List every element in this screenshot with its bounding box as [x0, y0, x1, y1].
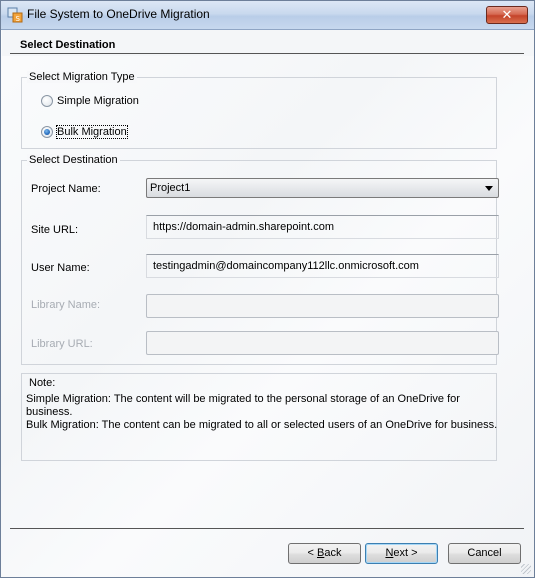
next-label: ext >	[393, 547, 418, 559]
site-url-value: https://domain-admin.sharepoint.com	[153, 221, 334, 233]
library-url-label: Library URL:	[31, 338, 93, 350]
footer-divider	[10, 528, 524, 529]
project-name-label: Project Name:	[31, 183, 101, 195]
note-line-simple-cont: business.	[26, 406, 73, 418]
user-name-value: testingadmin@domaincompany112llc.onmicro…	[153, 260, 419, 272]
svg-text:S: S	[16, 15, 21, 23]
migration-dialog: S File System to OneDrive Migration ✕ Se…	[0, 0, 535, 578]
library-name-label: Library Name:	[31, 299, 101, 311]
title-bar[interactable]: S File System to OneDrive Migration ✕	[1, 1, 534, 30]
app-icon: S	[7, 7, 23, 23]
library-url-field[interactable]	[146, 331, 499, 355]
note-title: Note:	[29, 377, 56, 389]
destination-group-title: Select Destination	[27, 154, 120, 166]
site-url-label: Site URL:	[31, 224, 79, 236]
resize-grip[interactable]	[521, 564, 531, 574]
migration-type-group	[21, 77, 497, 149]
simple-migration-radio[interactable]	[41, 95, 53, 107]
back-prefix: <	[307, 547, 317, 559]
back-label: ack	[324, 547, 342, 559]
page-title: Select Destination	[20, 39, 116, 51]
cancel-button[interactable]: Cancel	[448, 543, 521, 564]
close-button[interactable]: ✕	[486, 6, 528, 24]
window-title: File System to OneDrive Migration	[27, 7, 210, 21]
next-button[interactable]: Next >	[365, 543, 438, 564]
simple-migration-label[interactable]: Simple Migration	[57, 95, 139, 107]
bulk-migration-label[interactable]: Bulk Migration	[56, 125, 128, 139]
project-name-select[interactable]: Project1	[146, 178, 499, 198]
bulk-migration-radio[interactable]	[41, 126, 53, 138]
header-divider	[10, 53, 524, 54]
note-line-simple: Simple Migration: The content will be mi…	[26, 393, 460, 405]
note-line-bulk: Bulk Migration: The content can be migra…	[26, 419, 498, 431]
user-name-field[interactable]: testingadmin@domaincompany112llc.onmicro…	[146, 254, 499, 278]
library-name-field[interactable]	[146, 294, 499, 318]
close-icon: ✕	[501, 7, 513, 22]
chevron-down-icon[interactable]	[485, 186, 493, 191]
note-box: Note: Simple Migration: The content will…	[21, 373, 497, 461]
migration-type-group-title: Select Migration Type	[27, 71, 137, 83]
site-url-field[interactable]: https://domain-admin.sharepoint.com	[146, 215, 499, 239]
project-name-value: Project1	[150, 182, 191, 194]
back-button[interactable]: < Back	[288, 543, 361, 564]
user-name-label: User Name:	[31, 262, 90, 274]
